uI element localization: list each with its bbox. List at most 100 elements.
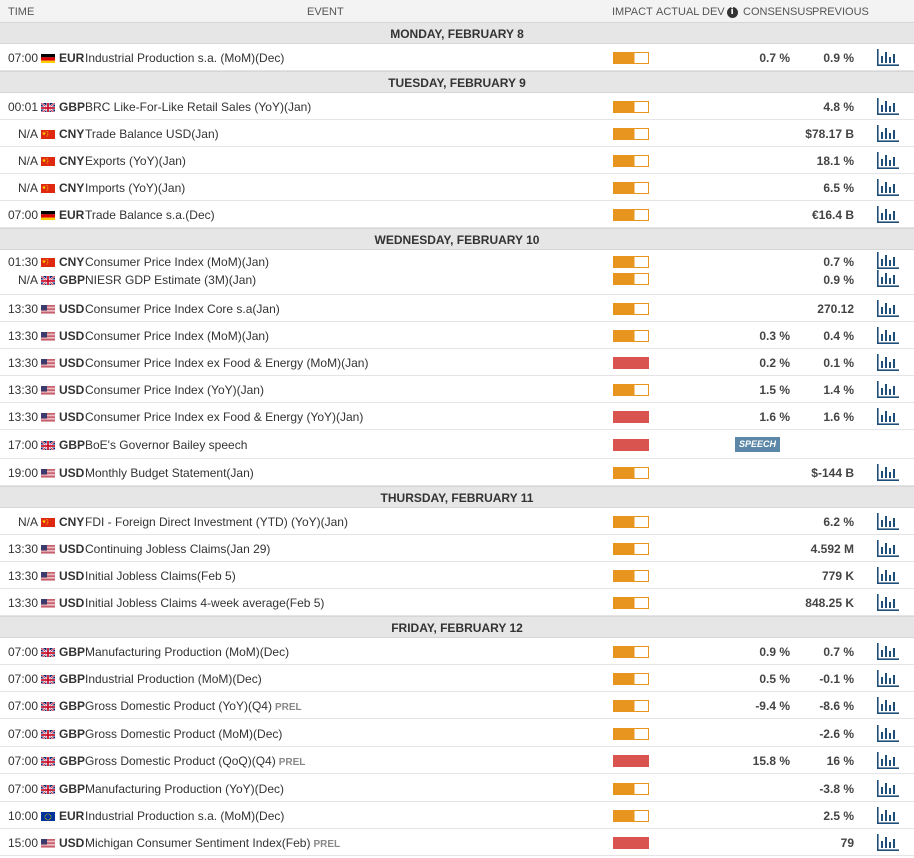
event-name[interactable]: Gross Domestic Product (QoQ)(Q4) PREL <box>85 754 305 770</box>
event-name[interactable]: NIESR GDP Estimate (3M)(Jan) <box>85 273 256 287</box>
event-name[interactable]: Industrial Production s.a. (MoM)(Dec) <box>85 51 284 65</box>
table-row[interactable]: 00:01 GBP BRC Like-For-Like Retail Sales (… <box>0 93 914 120</box>
table-row-group[interactable]: 01:30 CNY Consumer Price Index (MoM)(Jan) 0… <box>0 250 914 295</box>
col-actual[interactable]: ACTUAL <box>656 7 699 18</box>
bar-chart-icon[interactable] <box>877 752 899 769</box>
bar-chart-icon[interactable] <box>877 270 899 287</box>
table-row[interactable]: 15:00 USD Michigan Consumer Sentiment Inde… <box>0 829 914 856</box>
col-impact[interactable]: IMPACT <box>612 7 653 18</box>
table-row[interactable]: 07:00 EUR Industrial Production s.a. (MoM)… <box>0 44 914 71</box>
event-name[interactable]: FDI - Foreign Direct Investment (YTD) (Y… <box>85 515 348 529</box>
event-name[interactable]: Consumer Price Index (MoM)(Jan) <box>85 255 269 269</box>
impact-medium-indicator <box>613 646 649 658</box>
table-row[interactable]: 13:30 USD Consumer Price Index ex Food & E… <box>0 349 914 376</box>
table-row[interactable]: N/A CNY FDI - Foreign Direct Investment (Y… <box>0 508 914 535</box>
event-name[interactable]: Initial Jobless Claims 4-week average(Fe… <box>85 596 324 610</box>
bar-chart-icon[interactable] <box>877 327 899 344</box>
bar-chart-icon[interactable] <box>877 98 899 115</box>
event-name[interactable]: Trade Balance s.a.(Dec) <box>85 208 215 222</box>
table-row[interactable]: N/A CNY Exports (YoY)(Jan) 18.1 % <box>0 147 914 174</box>
table-row[interactable]: 13:30 USD Consumer Price Index Core s.a(Ja… <box>0 295 914 322</box>
col-dev[interactable]: DEV i <box>702 7 738 18</box>
table-row[interactable]: 07:00 GBP Industrial Production (MoM)(Dec)… <box>0 665 914 692</box>
bar-chart-icon[interactable] <box>877 125 899 142</box>
event-name[interactable]: Industrial Production (MoM)(Dec) <box>85 672 262 686</box>
table-row[interactable]: 13:30 USD Initial Jobless Claims(Feb 5) 779… <box>0 562 914 589</box>
table-row[interactable]: 07:00 GBP Manufacturing Production (YoY)(D… <box>0 775 914 802</box>
event-name[interactable]: Manufacturing Production (YoY)(Dec) <box>85 782 284 796</box>
bar-chart-icon[interactable] <box>877 834 899 851</box>
col-time[interactable]: TIME <box>8 7 34 18</box>
col-event[interactable]: EVENT <box>307 7 344 18</box>
bar-chart-icon[interactable] <box>877 49 899 66</box>
info-icon[interactable]: i <box>726 7 738 18</box>
table-row[interactable]: 13:30 USD Consumer Price Index (YoY)(Jan) 1… <box>0 376 914 403</box>
event-name[interactable]: Consumer Price Index (MoM)(Jan) <box>85 329 269 343</box>
day-header: THURSDAY, FEBRUARY 11 <box>0 486 914 508</box>
bar-chart-icon[interactable] <box>877 300 899 317</box>
table-row[interactable]: 07:00 GBP Gross Domestic Product (QoQ)(Q4)… <box>0 747 914 774</box>
bar-chart-icon[interactable] <box>877 408 899 425</box>
table-row[interactable]: 13:30 USD Consumer Price Index ex Food & E… <box>0 403 914 430</box>
event-name[interactable]: Gross Domestic Product (YoY)(Q4) PREL <box>85 699 302 715</box>
table-row[interactable]: 07:00 EUR Trade Balance s.a.(Dec) €16.4 B <box>0 201 914 228</box>
bar-chart-icon[interactable] <box>877 643 899 660</box>
event-name[interactable]: Continuing Jobless Claims(Jan 29) <box>85 542 270 556</box>
table-row[interactable]: 07:00 GBP Manufacturing Production (MoM)(D… <box>0 638 914 665</box>
bar-chart-icon[interactable] <box>877 179 899 196</box>
event-name[interactable]: Consumer Price Index Core s.a(Jan) <box>85 302 280 316</box>
event-name[interactable]: Consumer Price Index ex Food & Energy (M… <box>85 356 368 370</box>
bar-chart-icon[interactable] <box>877 780 899 797</box>
col-consensus[interactable]: CONSENSUS <box>743 7 813 18</box>
table-row[interactable]: 13:30 USD Initial Jobless Claims 4-week av… <box>0 589 914 616</box>
previous-value: -3.8 % <box>819 782 854 796</box>
event-name[interactable]: Consumer Price Index ex Food & Energy (Y… <box>85 410 363 424</box>
table-row[interactable]: 13:30 USD Consumer Price Index (MoM)(Jan) 0… <box>0 322 914 349</box>
bar-chart-icon[interactable] <box>877 381 899 398</box>
event-name[interactable]: Consumer Price Index (YoY)(Jan) <box>85 383 264 397</box>
bar-chart-icon[interactable] <box>877 725 899 742</box>
event-name[interactable]: Manufacturing Production (MoM)(Dec) <box>85 645 289 659</box>
bar-chart-icon[interactable] <box>877 206 899 223</box>
table-row[interactable]: N/A CNY Trade Balance USD(Jan) $78.17 B <box>0 120 914 147</box>
table-row[interactable]: 07:00 GBP Gross Domestic Product (MoM)(Dec… <box>0 720 914 747</box>
event-time: 13:30 <box>7 569 38 583</box>
consensus-value: 0.5 % <box>759 672 790 686</box>
bar-chart-icon[interactable] <box>877 354 899 371</box>
table-row[interactable]: 07:00 GBP Gross Domestic Product (YoY)(Q4)… <box>0 692 914 719</box>
event-name[interactable]: Gross Domestic Product (MoM)(Dec) <box>85 727 282 741</box>
event-name[interactable]: Michigan Consumer Sentiment Index(Feb) PR… <box>85 836 340 852</box>
event-name[interactable]: BRC Like-For-Like Retail Sales (YoY)(Jan… <box>85 100 311 114</box>
event-name-text: Continuing Jobless Claims(Jan 29) <box>85 542 271 556</box>
bar-chart-icon[interactable] <box>877 807 899 824</box>
event-name-text: Industrial Production s.a. (MoM)(Dec) <box>85 51 285 65</box>
bar-chart-icon[interactable] <box>877 464 899 481</box>
table-row[interactable]: 10:00 EUR Industrial Production s.a. (MoM)… <box>0 802 914 829</box>
bar-chart-icon[interactable] <box>877 594 899 611</box>
event-name[interactable]: Monthly Budget Statement(Jan) <box>85 466 254 480</box>
table-row[interactable]: 19:00 USD Monthly Budget Statement(Jan) $-1… <box>0 459 914 486</box>
event-name[interactable]: Industrial Production s.a. (MoM)(Dec) <box>85 809 284 823</box>
event-name-text: Trade Balance s.a.(Dec) <box>85 208 215 222</box>
bar-chart-icon[interactable] <box>877 252 899 269</box>
event-name[interactable]: Trade Balance USD(Jan) <box>85 127 219 141</box>
impact-high-indicator <box>613 439 649 451</box>
table-row[interactable]: 17:00 GBP BoE's Governor Bailey speech SPEE… <box>0 430 914 459</box>
event-name[interactable]: Exports (YoY)(Jan) <box>85 154 186 168</box>
event-name[interactable]: Imports (YoY)(Jan) <box>85 181 185 195</box>
event-name[interactable]: Initial Jobless Claims(Feb 5) <box>85 569 236 583</box>
bar-chart-icon[interactable] <box>877 152 899 169</box>
bar-chart-icon[interactable] <box>877 670 899 687</box>
consensus-value: 0.7 % <box>759 51 790 65</box>
bar-chart-icon[interactable] <box>877 567 899 584</box>
event-currency: USD <box>59 302 85 316</box>
bar-chart-icon[interactable] <box>877 540 899 557</box>
event-name-text: Manufacturing Production (MoM)(Dec) <box>85 645 290 659</box>
table-row[interactable]: N/A CNY Imports (YoY)(Jan) 6.5 % <box>0 174 914 201</box>
event-name[interactable]: BoE's Governor Bailey speech <box>85 438 247 452</box>
col-previous[interactable]: PREVIOUS <box>812 7 869 18</box>
bar-chart-icon[interactable] <box>877 697 899 714</box>
table-row[interactable]: 13:30 USD Continuing Jobless Claims(Jan 29… <box>0 535 914 562</box>
bar-chart-icon[interactable] <box>877 513 899 530</box>
event-currency: USD <box>59 410 85 424</box>
